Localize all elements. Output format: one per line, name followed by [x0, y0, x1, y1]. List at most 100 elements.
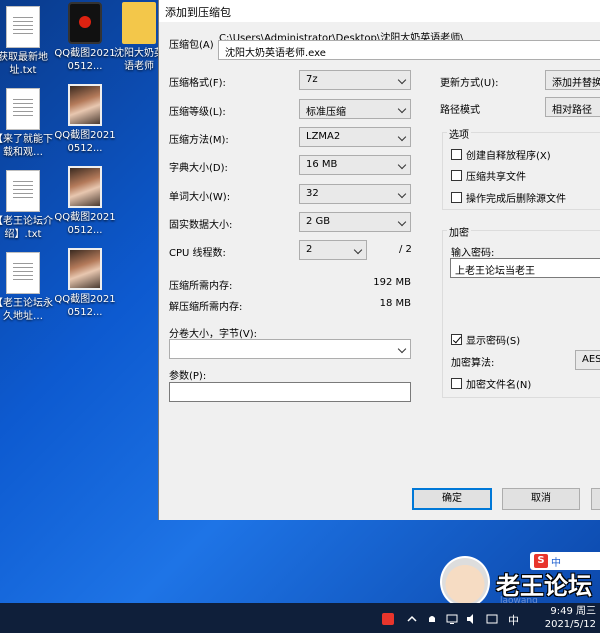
chevron-down-icon [397, 132, 407, 142]
method-select[interactable]: LZMA2 [299, 127, 411, 147]
desktop-icon-label: QQ截图20210512... [54, 48, 116, 72]
desktop-screenshot-4[interactable]: QQ截图20210512... [54, 248, 116, 319]
encryption-method-value: AES-256 [582, 354, 600, 365]
update-mode-select[interactable]: 添加并替换 [545, 70, 600, 90]
chevron-up-icon[interactable] [406, 613, 418, 625]
cpu-threads-label: CPU 线程数: [169, 248, 226, 259]
desktop-file-latest-address[interactable]: 获取最新地址.txt [0, 6, 54, 77]
volume-icon[interactable] [466, 613, 478, 625]
image-file-icon [68, 248, 102, 290]
chevron-down-icon [397, 189, 407, 199]
text-file-icon [6, 252, 40, 294]
folder-icon [122, 2, 156, 44]
desktop-icon-label: QQ截图20210512... [54, 294, 116, 318]
encryption-title: 加密 [447, 224, 471, 239]
sfx-checkbox[interactable]: 创建自释放程序(X) [451, 147, 551, 162]
desktop-icon-label: 沈阳大奶英语老师 [114, 48, 164, 72]
password-label: 输入密码: [451, 248, 495, 259]
dictionary-select[interactable]: 16 MB [299, 155, 411, 175]
decompress-memory-label: 解压缩所需内存: [169, 302, 243, 313]
split-size-label: 分卷大小，字节(V): [169, 329, 258, 340]
desktop-icon-label: 获取最新地址.txt [0, 52, 48, 76]
checkbox-icon [451, 192, 462, 203]
desktop-screenshot-2[interactable]: QQ截图20210512... [54, 84, 116, 155]
format-label: 压缩格式(F): [169, 78, 226, 89]
format-select[interactable]: 7z [299, 70, 411, 90]
image-file-icon [68, 2, 102, 44]
level-label: 压缩等级(L): [169, 107, 226, 118]
archive-label: 压缩包(A) [169, 40, 214, 51]
old-man-avatar-icon [440, 556, 490, 608]
desktop-file-download[interactable]: 【来了就能下载和观… [0, 88, 54, 159]
params-input[interactable] [169, 382, 411, 402]
desktop-screenshot-3[interactable]: QQ截图20210512... [54, 166, 116, 237]
delete-after-checkbox[interactable]: 操作完成后删除源文件 [451, 190, 566, 205]
level-select[interactable]: 标准压缩 [299, 99, 411, 119]
clock-time: 9:49 周三 [550, 606, 596, 617]
desktop-file-intro[interactable]: 【老王论坛介绍】.txt [0, 170, 54, 241]
checkbox-icon [451, 170, 462, 181]
checkbox-icon [451, 378, 462, 389]
dialog-title: 添加到压缩包 [159, 0, 600, 22]
solid-size-label: 固实数据大小: [169, 220, 233, 231]
display-icon[interactable] [486, 613, 498, 625]
ok-button[interactable]: 确定 [412, 488, 492, 510]
chevron-down-icon [397, 104, 407, 114]
solid-size-value: 2 GB [306, 216, 331, 227]
taskbar-clock[interactable]: 9:49 周三 2021/5/12 [545, 605, 596, 631]
chevron-down-icon [397, 160, 407, 170]
shared-files-checkbox[interactable]: 压缩共享文件 [451, 168, 526, 183]
path-mode-select[interactable]: 相对路径 [545, 97, 600, 117]
help-button[interactable] [591, 488, 600, 510]
sogou-tray-icon[interactable] [382, 613, 394, 625]
password-input[interactable]: 上老王论坛当老王 [450, 258, 600, 278]
notification-bell-icon[interactable] [426, 613, 438, 625]
desktop-icon-label: 【老王论坛永久地址… [0, 298, 53, 322]
update-mode-label: 更新方式(U): [440, 78, 499, 89]
encrypt-filenames-label: 加密文件名(N) [466, 380, 532, 391]
clock-date: 2021/5/12 [544, 619, 596, 630]
cancel-button[interactable]: 取消 [502, 488, 580, 510]
compress-memory-value: 192 MB [373, 277, 411, 288]
desktop-icon-label: 【老王论坛介绍】.txt [0, 216, 53, 240]
cpu-threads-value: 2 [306, 244, 313, 255]
checkbox-checked-icon [451, 334, 462, 345]
params-label: 参数(P): [169, 371, 207, 382]
chevron-down-icon [397, 344, 407, 354]
show-password-checkbox[interactable]: 显示密码(S) [451, 332, 520, 347]
update-mode-value: 添加并替换 [552, 78, 600, 89]
word-size-select[interactable]: 32 [299, 184, 411, 204]
method-label: 压缩方法(M): [169, 135, 229, 146]
options-title: 选项 [447, 126, 471, 141]
ime-tray-indicator[interactable]: 中 [508, 612, 519, 628]
solid-size-select[interactable]: 2 GB [299, 212, 411, 232]
image-file-icon [68, 166, 102, 208]
encryption-method-label: 加密算法: [451, 358, 495, 369]
chevron-down-icon [397, 75, 407, 85]
path-mode-value: 相对路径 [552, 105, 592, 116]
password-value: 上老王论坛当老王 [455, 266, 535, 277]
dictionary-value: 16 MB [306, 159, 338, 170]
word-size-value: 32 [306, 188, 319, 199]
level-value: 标准压缩 [306, 107, 346, 118]
path-mode-label: 路径模式 [440, 105, 480, 116]
format-value: 7z [306, 74, 318, 85]
chevron-down-icon [397, 217, 407, 227]
image-file-icon [68, 84, 102, 126]
desktop-file-permanent-address[interactable]: 【老王论坛永久地址… [0, 252, 54, 323]
method-value: LZMA2 [306, 131, 341, 142]
split-size-select[interactable] [169, 339, 411, 359]
encrypt-filenames-checkbox[interactable]: 加密文件名(N) [451, 376, 531, 391]
text-file-icon [6, 88, 40, 130]
network-icon[interactable] [446, 613, 458, 625]
decompress-memory-value: 18 MB [379, 298, 411, 309]
desktop-screenshot-1[interactable]: QQ截图20210512... [54, 2, 116, 73]
cpu-threads-select[interactable]: 2 [299, 240, 367, 260]
archive-name-input[interactable]: 沈阳大奶英语老师.exe [218, 40, 600, 60]
encryption-method-select[interactable]: AES-256 [575, 350, 600, 370]
shared-files-label: 压缩共享文件 [466, 172, 526, 183]
desktop-icon-label: QQ截图20210512... [54, 212, 116, 236]
compress-memory-label: 压缩所需内存: [169, 281, 233, 292]
desktop-folder[interactable]: 沈阳大奶英语老师 [114, 2, 164, 73]
archive-name-value: 沈阳大奶英语老师.exe [225, 48, 326, 59]
